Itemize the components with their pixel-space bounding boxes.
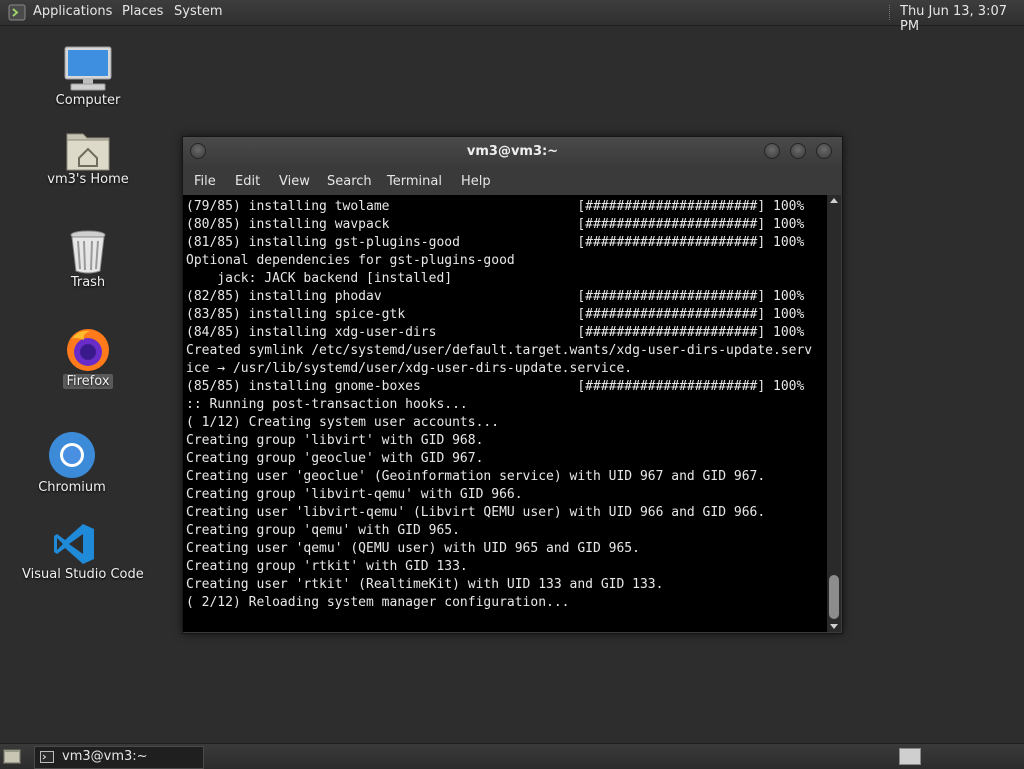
firefox-icon [67,329,109,371]
terminal-output[interactable]: (79/85) installing twolame [############… [183,195,827,632]
desktop-icon-computer[interactable]: Computer [33,45,143,108]
scroll-up-arrow-icon[interactable] [830,198,838,203]
workspace-switcher[interactable] [899,748,921,765]
desktop-icon-trash[interactable]: Trash [33,229,143,290]
terminal-line: (79/85) installing twolame [############… [186,199,805,214]
desktop-icon-firefox[interactable]: Firefox [33,326,143,389]
menu-file[interactable]: File [194,174,216,189]
terminal-icon [40,751,54,763]
window-title: vm3@vm3:~ [466,144,559,159]
terminal-line: ice → /usr/lib/systemd/user/xdg-user-dir… [186,361,633,376]
terminal-line: Creating user 'rtkit' (RealtimeKit) with… [186,577,664,592]
terminal-scrollbar[interactable] [827,195,841,632]
terminal-line: Creating user 'qemu' (QEMU user) with UI… [186,541,640,556]
terminal-line: jack: JACK backend [installed] [186,271,453,286]
scroll-down-arrow-icon[interactable] [830,624,838,629]
terminal-line: (81/85) installing gst-plugins-good [###… [186,235,805,250]
terminal-line: Created symlink /etc/systemd/user/defaul… [186,343,813,358]
home-folder-icon [66,133,110,171]
desktop-icon-label: Firefox [63,374,113,389]
terminal-window[interactable]: vm3@vm3:~ File Edit View Search Terminal… [182,136,843,634]
desktop-icon-label: Computer [55,93,121,108]
maximize-button[interactable] [790,143,806,159]
terminal-line: Creating group 'libvirt-qemu' with GID 9… [186,487,523,502]
desktop-icon-label: vm3's Home [47,172,129,187]
terminal-line: (84/85) installing xdg-user-dirs [######… [186,325,805,340]
applications-menu[interactable]: Applications [33,4,112,19]
terminal-app-icon[interactable] [8,4,26,21]
terminal-line: Creating user 'libvirt-qemu' (Libvirt QE… [186,505,766,520]
trash-icon [70,230,106,274]
terminal-line: ( 1/12) Creating system user accounts... [186,415,500,430]
desktop-icon-vscode[interactable]: Visual Studio Code [19,521,144,582]
terminal-line: Creating group 'libvirt' with GID 968. [186,433,484,448]
vscode-icon [54,524,94,564]
menu-terminal[interactable]: Terminal [387,174,442,189]
show-desktop-icon[interactable] [3,749,21,764]
minimize-button[interactable] [764,143,780,159]
desktop-icon-home[interactable]: vm3's Home [33,128,143,187]
desktop-icon-label: Visual Studio Code [22,567,144,582]
panel-separator [889,5,893,20]
close-button[interactable] [816,143,832,159]
window-titlebar[interactable]: vm3@vm3:~ [183,137,842,167]
menu-help[interactable]: Help [461,174,491,189]
menu-search[interactable]: Search [327,174,372,189]
clock[interactable]: Thu Jun 13, 3:07 PM [900,4,1024,34]
system-menu[interactable]: System [174,4,222,19]
places-menu[interactable]: Places [122,4,163,19]
desktop-icon-label: Trash [70,275,106,290]
terminal-line: (85/85) installing gnome-boxes [########… [186,379,805,394]
terminal-menubar: File Edit View Search Terminal Help [183,167,842,195]
desktop-icon-label: Chromium [38,480,106,495]
terminal-line: Optional dependencies for gst-plugins-go… [186,253,515,268]
menu-view[interactable]: View [279,174,310,189]
taskbar-terminal-button[interactable]: vm3@vm3:~ [34,746,204,769]
top-panel: Applications Places System Thu Jun 13, 3… [0,0,1024,34]
terminal-line: Creating group 'rtkit' with GID 133. [186,559,468,574]
chromium-icon [49,432,95,478]
terminal-line: ( 2/12) Reloading system manager configu… [186,595,570,610]
taskbar-label: vm3@vm3:~ [62,749,148,764]
terminal-line: Creating group 'qemu' with GID 965. [186,523,460,538]
terminal-line: :: Running post-transaction hooks... [186,397,468,412]
terminal-line: Creating user 'geoclue' (Geoinformation … [186,469,766,484]
terminal-line: Creating group 'geoclue' with GID 967. [186,451,484,466]
desktop-icon-chromium[interactable]: Chromium [17,430,127,495]
terminal-line: (80/85) installing wavpack [############… [186,217,805,232]
terminal-line: (83/85) installing spice-gtk [##########… [186,307,805,322]
computer-icon [64,46,112,91]
scrollbar-thumb[interactable] [829,575,839,619]
menu-edit[interactable]: Edit [235,174,260,189]
bottom-panel: vm3@vm3:~ [0,743,1024,769]
terminal-line: (82/85) installing phodav [#############… [186,289,805,304]
